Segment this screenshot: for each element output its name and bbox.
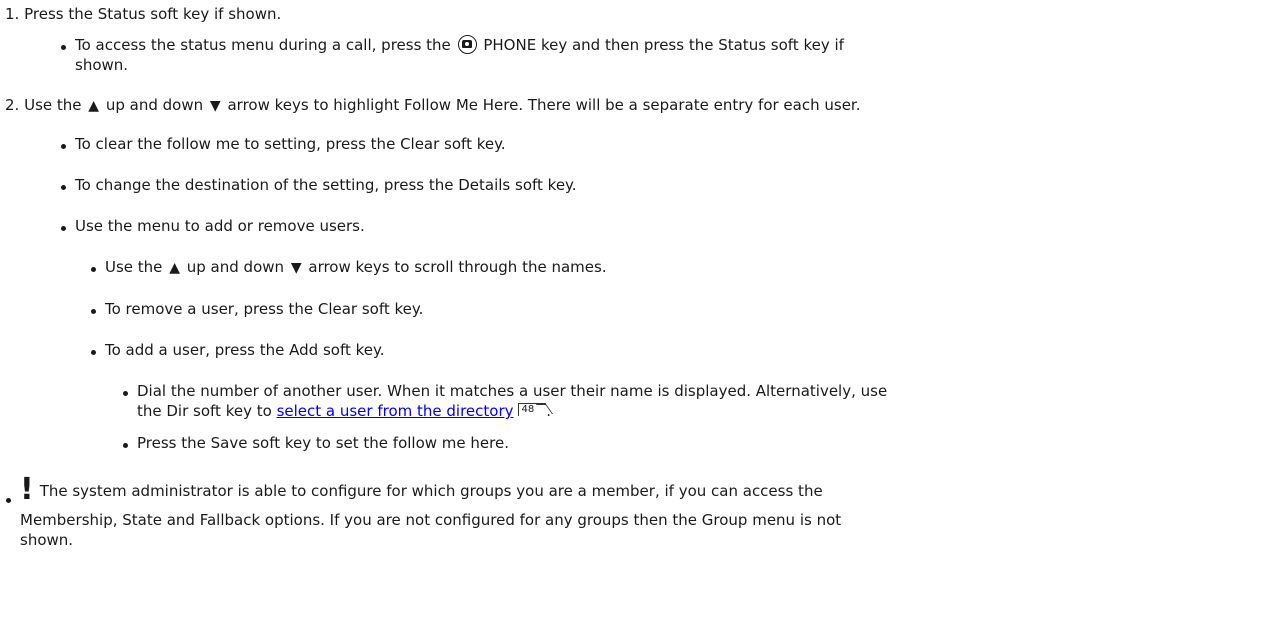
up-arrow-icon: ▲: [88, 98, 100, 114]
down-arrow-icon: ▼: [290, 260, 302, 276]
dial-bullet: Dial the number of another user. When it…: [137, 382, 888, 400]
bullet: [91, 267, 96, 272]
note-line-3: shown.: [20, 531, 74, 549]
step-1: 1. Press the Status soft key if shown.: [5, 4, 281, 24]
scroll-bullet: Use the ▲ up and down ▼ arrow keys to sc…: [105, 258, 607, 276]
note-line-2: Membership, State and Fallback options. …: [20, 511, 842, 529]
bullet: [61, 226, 66, 231]
up-arrow-icon: ▲: [169, 260, 180, 276]
bullet: [91, 309, 96, 314]
clear-bullet: To clear the follow me to setting, press…: [75, 135, 506, 153]
step-1-bullet-line2: shown.: [75, 56, 129, 74]
step-number: 2.: [5, 96, 20, 114]
step-number: 1.: [5, 5, 20, 23]
note-line-1: ! The system administrator is able to con…: [20, 472, 823, 507]
down-arrow-icon: ▼: [209, 98, 221, 114]
step-text: Press the Status soft key if shown.: [24, 5, 282, 23]
details-bullet: To change the destination of the setting…: [75, 176, 577, 194]
bullet: [91, 350, 96, 355]
bullet: [123, 443, 128, 448]
bullet: [6, 498, 11, 503]
dial-bullet-line2: the Dir soft key to select a user from t…: [137, 402, 552, 420]
add-bullet: To add a user, press the Add soft key.: [105, 341, 385, 359]
step-1-bullet: To access the status menu during a call,…: [75, 35, 844, 54]
save-bullet: Press the Save soft key to set the follo…: [137, 434, 509, 452]
bullet: [61, 185, 66, 190]
exclamation-icon: !: [20, 472, 34, 507]
menu-bullet: Use the menu to add or remove users.: [75, 217, 365, 235]
remove-bullet: To remove a user, press the Clear soft k…: [105, 300, 424, 318]
page-reference-icon[interactable]: 48: [517, 403, 547, 416]
directory-link[interactable]: select a user from the directory: [277, 402, 514, 420]
step-2: 2. Use the ▲ up and down ▼ arrow keys to…: [5, 96, 861, 114]
phone-key-icon: [457, 35, 477, 54]
bullet: [61, 45, 66, 50]
bullet: [123, 391, 128, 396]
bullet: [61, 144, 66, 149]
